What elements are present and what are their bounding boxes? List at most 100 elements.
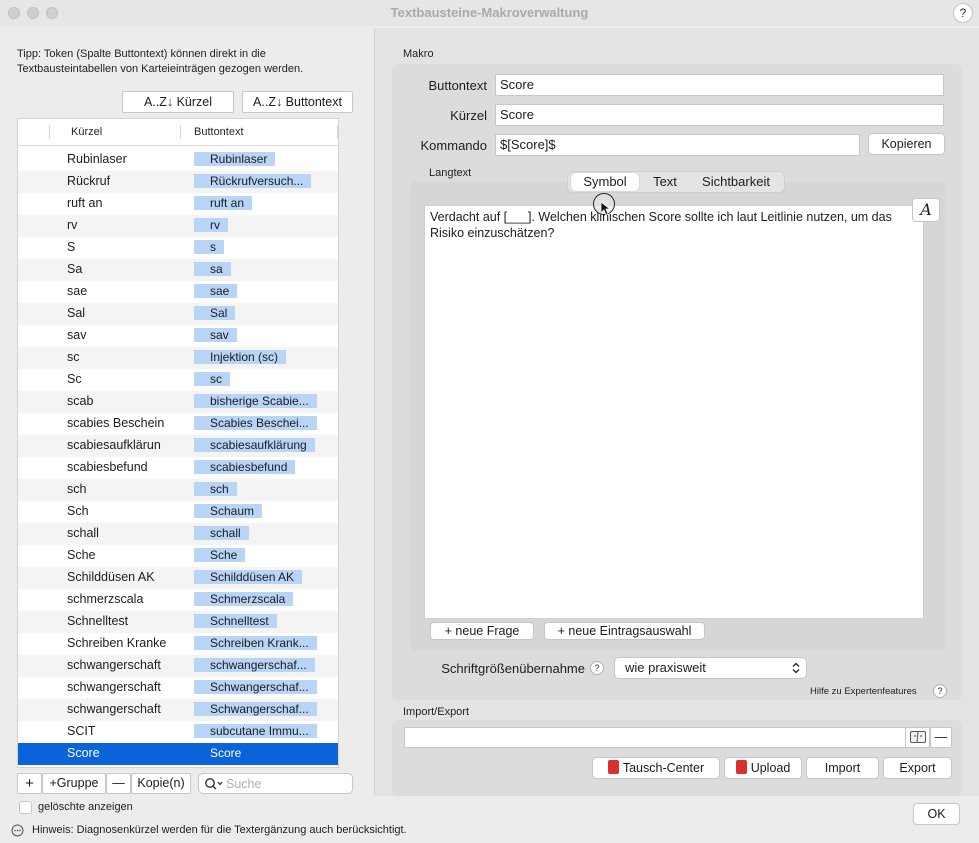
table-row[interactable]: Sche Sche (18, 545, 338, 567)
column-separator (337, 125, 338, 139)
table-row[interactable]: Schilddüsen AK Schilddüsen AK (18, 567, 338, 589)
tab-text[interactable]: Text (642, 173, 688, 191)
upload-button[interactable]: Upload (724, 757, 802, 779)
row-buttontext-token[interactable]: rv (194, 218, 228, 232)
table-row[interactable]: schwangerschaft Schwangerschaf... (18, 699, 338, 721)
search-field[interactable]: Suche (198, 773, 353, 794)
schriftgroesse-help-icon[interactable]: ? (590, 661, 604, 675)
table-row[interactable]: scab bisherige Scabie... (18, 391, 338, 413)
column-header-kuerzel[interactable]: Kürzel (71, 126, 102, 138)
row-buttontext-token[interactable]: Rückrufversuch... (194, 174, 312, 188)
table-rows: Rubinlaser Rubinlaser Rückruf Rückrufversuc… (18, 149, 338, 765)
macro-table[interactable]: Kürzel Buttontext Rubinlaser Rubinlaser Rü… (17, 118, 339, 768)
show-deleted-label: gelöschte anzeigen (38, 801, 133, 813)
table-row[interactable]: sav sav (18, 325, 338, 347)
neue-frage-button[interactable]: + neue Frage (430, 622, 534, 640)
row-buttontext-token[interactable]: schwangerschaf... (194, 658, 315, 672)
import-export-path-field[interactable] (404, 727, 906, 748)
table-row[interactable]: scabies Beschein Scabies Beschei... (18, 413, 338, 435)
table-row[interactable]: scabiesaufklärun scabiesaufklärung (18, 435, 338, 457)
row-buttontext-token[interactable]: Schwangerschaf... (194, 702, 317, 716)
table-row[interactable]: sch sch (18, 479, 338, 501)
add-button[interactable]: + (17, 773, 42, 794)
sort-buttontext-button[interactable]: A..Z↓ Buttontext (242, 91, 353, 113)
row-buttontext-token[interactable]: Scabies Beschei... (194, 416, 317, 430)
row-buttontext-token[interactable]: Score (194, 746, 249, 760)
tab-symbol[interactable]: Symbol (571, 173, 639, 191)
row-buttontext-token[interactable]: sa (194, 262, 231, 276)
table-row[interactable]: Rubinlaser Rubinlaser (18, 149, 338, 171)
table-row[interactable]: Rückruf Rückrufversuch... (18, 171, 338, 193)
table-row[interactable]: Score Score (18, 743, 338, 765)
row-buttontext-token[interactable]: Sal (194, 306, 236, 320)
neue-eintragsauswahl-button[interactable]: + neue Eintragsauswahl (544, 622, 705, 640)
export-button[interactable]: Export (883, 757, 952, 779)
table-row[interactable]: sae sae (18, 281, 338, 303)
import-button[interactable]: Import (806, 757, 879, 779)
row-kuerzel: Rückruf (67, 174, 111, 188)
langtext-editor[interactable]: Verdacht auf [___]. Welchen klinischen S… (424, 205, 924, 619)
table-row[interactable]: Schreiben Kranke Schreiben Krank... (18, 633, 338, 655)
table-row[interactable]: Sal Sal (18, 303, 338, 325)
copy-button[interactable]: Kopie(n) (131, 773, 191, 794)
row-buttontext-token[interactable]: scabiesaufklärung (194, 438, 315, 452)
remove-path-button[interactable]: — (930, 727, 952, 748)
upload-icon (735, 760, 747, 774)
font-button[interactable]: A (912, 198, 940, 222)
kopieren-button[interactable]: Kopieren (868, 133, 945, 155)
row-buttontext-token[interactable]: sae (194, 284, 238, 298)
ok-button[interactable]: OK (913, 803, 960, 825)
row-buttontext-token[interactable]: Schaum (194, 504, 263, 518)
row-buttontext-token[interactable]: schall (194, 526, 249, 540)
finder-button[interactable] (905, 727, 930, 748)
row-buttontext-token[interactable]: Schreiben Krank... (194, 636, 317, 650)
row-buttontext-token[interactable]: subcutane Immu... (194, 724, 317, 738)
row-buttontext-token[interactable]: scabiesbefund (194, 460, 296, 474)
table-row[interactable]: Sa sa (18, 259, 338, 281)
help-button[interactable]: ? (953, 3, 973, 23)
table-row[interactable]: Sc sc (18, 369, 338, 391)
buttontext-label: Buttontext (428, 78, 487, 93)
row-buttontext-token[interactable]: sch (194, 482, 237, 496)
sort-kuerzel-button[interactable]: A..Z↓ Kürzel (122, 91, 234, 113)
column-header-buttontext[interactable]: Buttontext (194, 126, 244, 138)
table-row[interactable]: sc Injektion (sc) (18, 347, 338, 369)
kuerzel-field[interactable]: Score (495, 104, 944, 126)
table-row[interactable]: schwangerschaft schwangerschaf... (18, 655, 338, 677)
add-group-button[interactable]: +Gruppe (42, 773, 106, 794)
remove-button[interactable]: — (106, 773, 131, 794)
row-buttontext-token[interactable]: Rubinlaser (194, 152, 276, 166)
table-row[interactable]: rv rv (18, 215, 338, 237)
column-separator (49, 125, 50, 139)
table-row[interactable]: Schnelltest Schnelltest (18, 611, 338, 633)
row-kuerzel: sav (67, 328, 87, 342)
table-row[interactable]: Ss (18, 237, 338, 259)
row-buttontext-token[interactable]: Schnelltest (194, 614, 277, 628)
table-row[interactable]: SCIT subcutane Immu... (18, 721, 338, 743)
table-row[interactable]: Sch Schaum (18, 501, 338, 523)
schriftgroesse-select[interactable]: wie praxisweit (614, 657, 807, 679)
show-deleted-checkbox[interactable] (19, 801, 32, 814)
table-row[interactable]: scabiesbefund scabiesbefund (18, 457, 338, 479)
table-row[interactable]: schwangerschaft Schwangerschaf... (18, 677, 338, 699)
row-buttontext-token[interactable]: s (194, 240, 224, 254)
buttontext-field[interactable]: Score (495, 74, 944, 96)
chevron-updown-icon (792, 662, 800, 674)
table-row[interactable]: schall schall (18, 523, 338, 545)
row-buttontext-token[interactable]: ruft an (194, 196, 253, 210)
row-buttontext-token[interactable]: bisherige Scabie... (194, 394, 317, 408)
expertenfeatures-help-icon[interactable]: ? (933, 684, 947, 698)
row-buttontext-token[interactable]: Schwangerschaf... (194, 680, 317, 694)
table-row[interactable]: ruft an ruft an (18, 193, 338, 215)
row-buttontext-token[interactable]: sc (194, 372, 230, 386)
row-buttontext-token[interactable]: sav (194, 328, 237, 342)
table-row[interactable]: schmerzscala Schmerzscala (18, 589, 338, 611)
row-buttontext-token[interactable]: Schilddüsen AK (194, 570, 303, 584)
row-buttontext-token[interactable]: Injektion (sc) (194, 350, 287, 364)
tausch-center-button[interactable]: Tausch-Center (592, 757, 720, 779)
tab-sichtbarkeit[interactable]: Sichtbarkeit (690, 173, 782, 191)
row-buttontext-token[interactable]: Sche (194, 548, 246, 562)
row-kuerzel: Sch (67, 504, 89, 518)
row-buttontext-token[interactable]: Schmerzscala (194, 592, 294, 606)
kommando-field[interactable]: $[Score]$ (495, 134, 860, 156)
